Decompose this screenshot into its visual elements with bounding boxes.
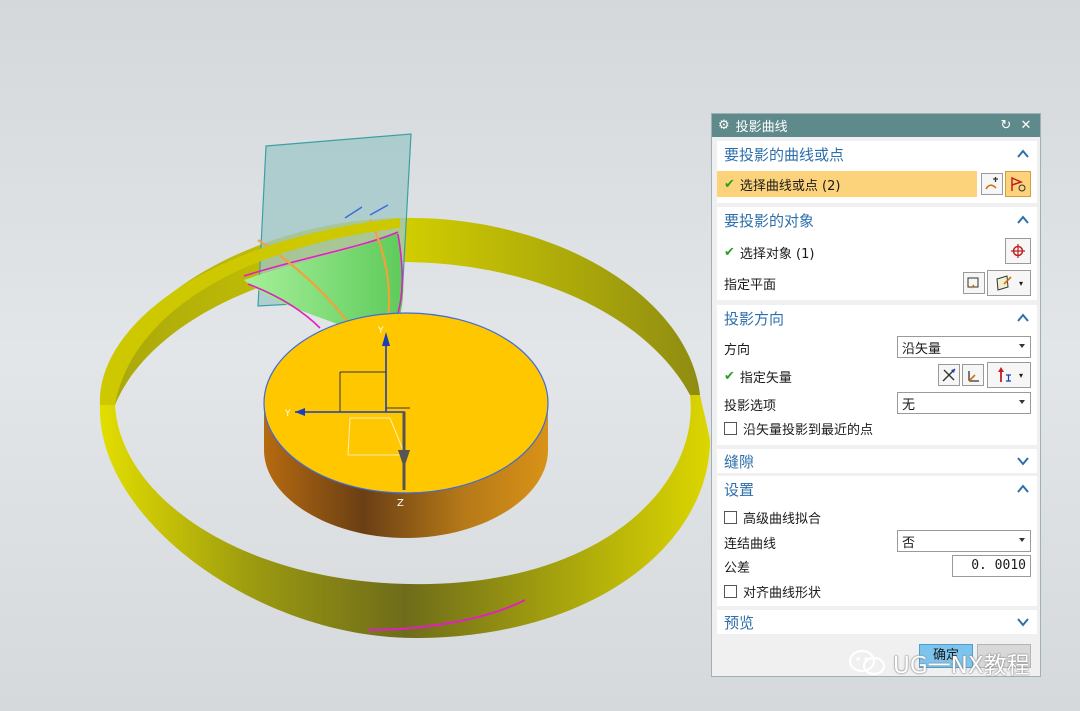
direction-value: 沿矢量 [902, 341, 942, 357]
align-shape-label: 对齐曲线形状 [743, 585, 822, 601]
plane-icon [967, 277, 979, 289]
axis-z-label: Z [397, 498, 404, 509]
dialog-titlebar[interactable]: ⚙ 投影曲线 ↻ ✕ [712, 114, 1040, 137]
section-gap[interactable]: 缝隙 [717, 449, 1037, 473]
tolerance-input[interactable]: 0. 0010 [952, 555, 1031, 577]
chevron-up-icon[interactable] [1016, 147, 1030, 161]
section-preview[interactable]: 预览 [717, 610, 1037, 634]
nearest-point-checkbox[interactable] [724, 421, 737, 435]
select-curves-label: 选择曲线或点 (2) [739, 178, 841, 194]
nearest-point-row[interactable]: 沿矢量投影到最近的点 [717, 416, 1037, 440]
section-settings-title: 设置 [724, 480, 755, 499]
reverse-direction-icon [942, 368, 956, 382]
project-curve-dialog[interactable]: ⚙ 投影曲线 ↻ ✕ 要投影的曲线或点 ✔ 选择曲线或点 (2) 要投影的对象 … [711, 113, 1041, 677]
disk-top-face[interactable] [263, 312, 549, 494]
axis-y-label: Y [284, 409, 291, 419]
section-objects: 要投影的对象 ✔ 选择对象 (1) 指定平面 ▾ [717, 207, 1037, 300]
join-curves-select[interactable]: 否 [897, 530, 1031, 552]
gear-icon[interactable]: ⚙ [718, 118, 730, 133]
projection-option-select[interactable]: 无 [897, 392, 1031, 414]
section-objects-title: 要投影的对象 [724, 211, 815, 230]
specify-vector-label: 指定矢量 [739, 370, 792, 386]
join-curves-value: 否 [902, 535, 916, 551]
curve-tool-button[interactable] [981, 173, 1003, 195]
curve-add-icon [985, 177, 998, 190]
advanced-fit-checkbox[interactable] [724, 510, 737, 524]
direction-select[interactable]: 沿矢量 [897, 336, 1031, 358]
section-direction-title: 投影方向 [724, 309, 785, 328]
chevron-down-icon[interactable] [1016, 615, 1030, 629]
direction-label: 方向 [724, 342, 751, 358]
align-shape-checkbox[interactable] [724, 584, 737, 598]
check-icon: ✔ [724, 176, 735, 192]
dropdown-arrow-icon: ▾ [1018, 370, 1023, 380]
section-curves-title: 要投影的曲线或点 [724, 145, 845, 164]
axis-y2-label: Y [377, 326, 384, 336]
tolerance-label: 公差 [724, 560, 751, 576]
dropdown-arrow-icon: ▾ [1018, 278, 1023, 288]
section-direction: 投影方向 方向 沿矢量 ✔ 指定矢量 ▾ 投影选项 无 沿矢量投影到最近的点 [717, 305, 1037, 445]
dropdown-arrow-icon [1019, 400, 1025, 404]
chevron-up-icon[interactable] [1016, 482, 1030, 496]
section-curves: 要投影的曲线或点 ✔ 选择曲线或点 (2) [717, 141, 1037, 203]
advanced-fit-label: 高级曲线拟合 [743, 511, 822, 527]
section-preview-title: 预览 [724, 613, 755, 632]
specify-plane-label: 指定平面 [724, 277, 777, 293]
vector-type-dropdown[interactable]: ▾ [987, 362, 1031, 388]
reset-icon[interactable]: ↻ [998, 118, 1014, 133]
zc-axis-icon [997, 367, 1011, 382]
check-icon: ✔ [724, 368, 735, 384]
watermark: UG一NX教程 [847, 646, 1030, 680]
close-icon[interactable]: ✕ [1018, 118, 1034, 133]
nearest-point-label: 沿矢量投影到最近的点 [743, 422, 874, 438]
plane-dialog-button[interactable] [963, 272, 985, 294]
vector-dialog-button[interactable] [962, 364, 984, 386]
join-curves-label: 连结曲线 [724, 536, 777, 552]
chevron-down-icon[interactable] [1016, 454, 1030, 468]
select-object-button[interactable] [1005, 238, 1031, 264]
select-objects-row[interactable]: ✔ 选择对象 (1) [717, 240, 1037, 264]
align-shape-row[interactable]: 对齐曲线形状 [717, 579, 1037, 603]
wechat-icon [848, 649, 886, 676]
chevron-up-icon[interactable] [1016, 213, 1030, 227]
projection-option-value: 无 [902, 397, 916, 413]
dialog-title: 投影曲线 [735, 120, 788, 135]
chevron-up-icon[interactable] [1016, 311, 1030, 325]
watermark-text: UG一NX教程 [893, 653, 1030, 679]
plane-type-icon [996, 275, 1012, 291]
dropdown-arrow-icon [1019, 538, 1025, 542]
select-objects-label: 选择对象 (1) [739, 246, 815, 262]
projection-option-label: 投影选项 [724, 398, 777, 414]
dropdown-arrow-icon [1019, 344, 1025, 348]
select-curves-row[interactable]: ✔ 选择曲线或点 (2) [717, 171, 977, 197]
section-settings: 设置 高级曲线拟合 连结曲线 否 公差 0. 0010 对齐曲线形状 [717, 476, 1037, 606]
vector-icon [968, 371, 979, 382]
plane-type-dropdown[interactable]: ▾ [987, 270, 1031, 296]
curve-rule-icon [1011, 176, 1026, 192]
advanced-fit-row[interactable]: 高级曲线拟合 [717, 505, 1037, 529]
check-icon: ✔ [724, 244, 735, 260]
section-gap-title: 缝隙 [724, 452, 755, 471]
crosshair-icon [1011, 244, 1025, 258]
curve-rule-button[interactable] [1005, 171, 1031, 197]
reverse-direction-button[interactable] [938, 364, 960, 386]
